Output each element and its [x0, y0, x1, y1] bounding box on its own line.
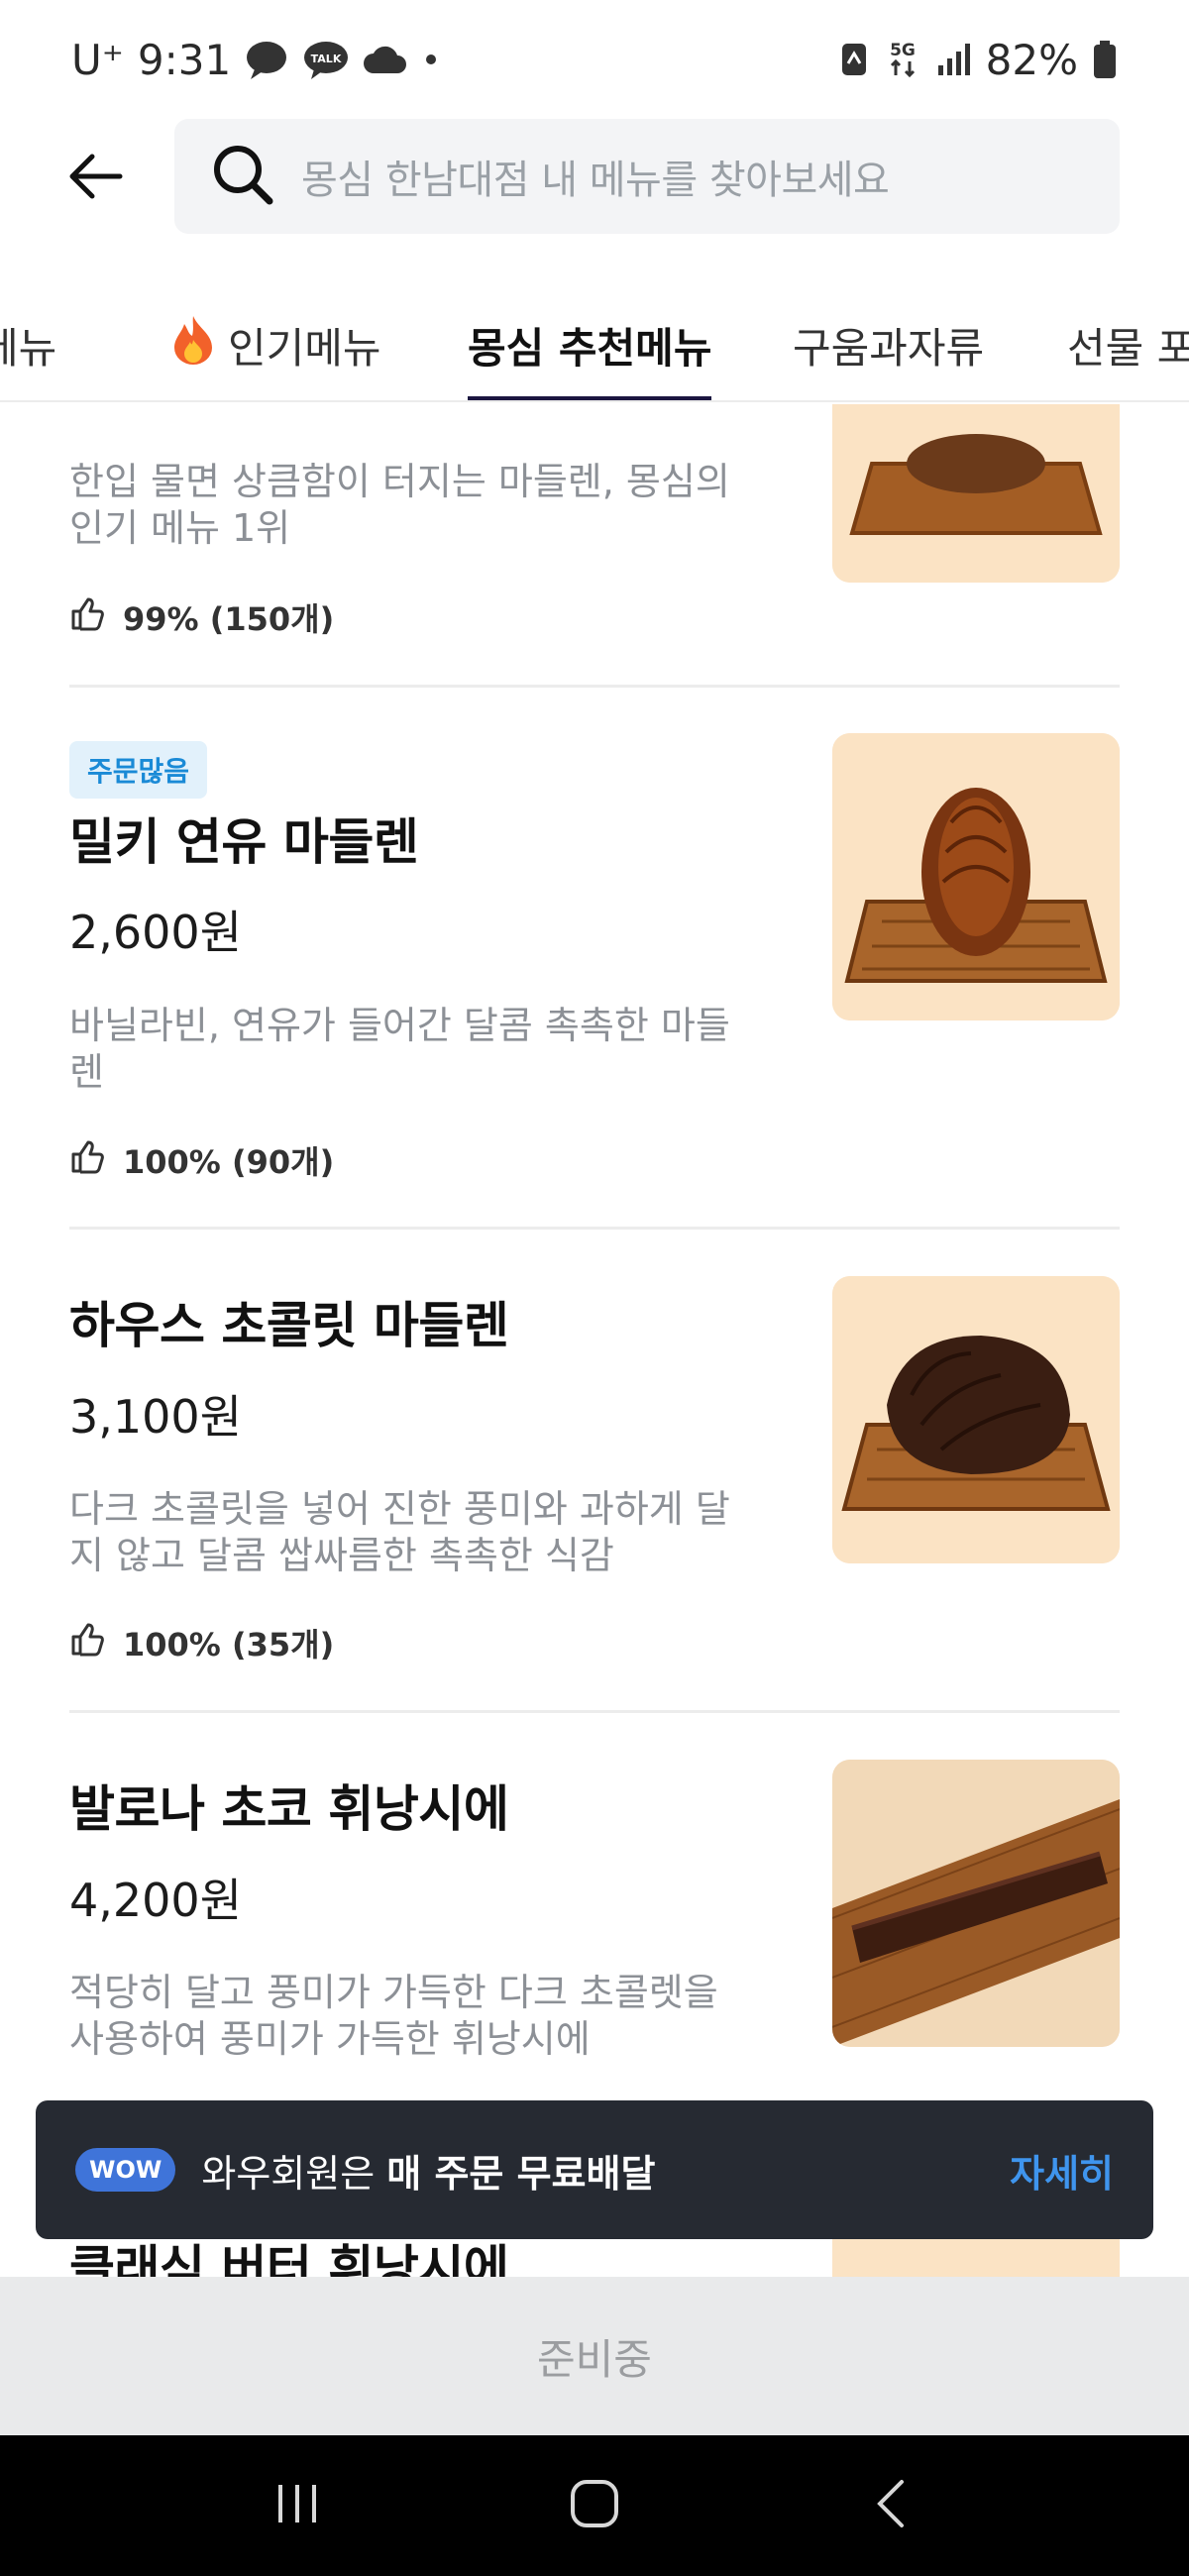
- tab-menu[interactable]: 메뉴: [0, 287, 57, 400]
- menu-item-rating: 99% (150개): [69, 594, 334, 640]
- svg-text:5G: 5G: [890, 41, 916, 60]
- menu-item-rating: 100% (35개): [69, 1620, 334, 1665]
- menu-item-rating: 100% (90개): [69, 1137, 334, 1183]
- preparing-button[interactable]: 준비중: [0, 2277, 1189, 2435]
- tab-active-indicator: [468, 396, 712, 400]
- menu-item-image[interactable]: [832, 404, 1120, 583]
- rating-text: 100% (35개): [123, 1626, 335, 1664]
- tab-label: 몽심 추천메뉴: [468, 323, 712, 373]
- system-nav-bar: [0, 2435, 1189, 2576]
- tab-popular[interactable]: 인기메뉴: [168, 287, 381, 400]
- popular-order-badge: 주문많음: [69, 741, 208, 799]
- cloud-icon: [364, 44, 407, 75]
- banner-text: 와우회원은 매 주문 무료배달: [201, 2143, 655, 2198]
- sim-icon: [839, 40, 869, 79]
- wow-membership-banner: WOW 와우회원은 매 주문 무료배달 자세히: [36, 2100, 1153, 2239]
- battery-icon: [1092, 40, 1118, 79]
- thumbs-up-icon: [69, 1621, 105, 1664]
- tab-label: 선물 포: [1067, 323, 1189, 373]
- recent-apps-icon: [272, 2481, 322, 2530]
- thumbs-up-icon: [69, 595, 105, 639]
- talk-icon: TALK: [302, 40, 350, 79]
- menu-item-description: 바닐라빈, 연유가 들어간 달콤 촉촉한 마들렌: [69, 1004, 730, 1094]
- banner-text-normal: 와우회원은: [201, 2151, 387, 2196]
- home-icon: [569, 2478, 620, 2533]
- divider: [69, 1710, 1120, 1713]
- menu-item-price: 4,200원: [69, 1874, 243, 1927]
- tab-recommended[interactable]: 몽심 추천메뉴: [468, 287, 712, 400]
- signal-icon: [936, 42, 972, 77]
- network-icon: 5G: [883, 38, 922, 81]
- menu-item-image[interactable]: [832, 1760, 1120, 2047]
- menu-item-price: 2,600원: [69, 906, 243, 959]
- menu-list: 한입 물면 상큼함이 터지는 마들렌, 몽심의 인기 메뉴 1위 99% (15…: [0, 404, 1189, 2277]
- status-right: 5G 82%: [839, 36, 1118, 84]
- tab-gift[interactable]: 선물 포: [1067, 287, 1189, 400]
- back-button[interactable]: [42, 124, 151, 233]
- menu-item-description: 한입 물면 상큼함이 터지는 마들렌, 몽심의 인기 메뉴 1위: [69, 460, 730, 550]
- divider: [69, 685, 1120, 688]
- thumbs-up-icon: [69, 1138, 105, 1182]
- category-tabs: 메뉴 인기메뉴 몽심 추천메뉴 구움과자류 선물 포: [0, 287, 1189, 402]
- menu-item-name: 발로나 초코 휘낭시에: [69, 1780, 509, 1838]
- menu-item-image[interactable]: [832, 733, 1120, 1020]
- recent-apps-button[interactable]: [238, 2456, 357, 2555]
- status-time: 9:31: [137, 35, 232, 84]
- divider: [69, 1227, 1120, 1230]
- search-input[interactable]: 몽심 한남대점 내 메뉴를 찾아보세요: [174, 119, 1120, 234]
- banner-text-bold: 매 주문 무료배달: [386, 2151, 656, 2196]
- wow-badge: WOW: [75, 2148, 176, 2192]
- menu-item-name: 밀키 연유 마들렌: [69, 813, 419, 871]
- home-button[interactable]: [535, 2456, 654, 2555]
- tab-baked-goods[interactable]: 구움과자류: [793, 287, 985, 400]
- carrier-label: U⁺: [71, 35, 124, 84]
- search-icon: [210, 142, 275, 211]
- chat-bubble-icon: [245, 40, 288, 79]
- chevron-left-icon: [872, 2478, 912, 2533]
- menu-item-name: 하우스 초콜릿 마들렌: [69, 1297, 509, 1354]
- status-bar: U⁺ 9:31 TALK 5G 82%: [0, 0, 1189, 119]
- header: 몽심 한남대점 내 메뉴를 찾아보세요: [0, 119, 1189, 238]
- menu-item-image[interactable]: [832, 1276, 1120, 1563]
- tab-label: 구움과자류: [793, 323, 985, 373]
- arrow-left-icon: [68, 153, 124, 204]
- details-link[interactable]: 자세히: [1010, 2143, 1114, 2198]
- back-nav-button[interactable]: [832, 2456, 951, 2555]
- svg-text:TALK: TALK: [311, 53, 342, 65]
- tab-label: 메뉴: [0, 323, 57, 373]
- rating-text: 99% (150개): [123, 600, 335, 638]
- search-placeholder: 몽심 한남대점 내 메뉴를 찾아보세요: [301, 158, 890, 203]
- menu-item-description: 적당히 달고 풍미가 가득한 다크 초콜렛을 사용하여 풍미가 가득한 휘낭시에: [69, 1971, 718, 2061]
- tab-label: 인기메뉴: [228, 323, 381, 373]
- menu-item-description: 다크 초콜릿을 넣어 진한 풍미와 과하게 달지 않고 달콤 쌉싸름한 촉촉한 …: [69, 1487, 730, 1577]
- status-left: U⁺ 9:31 TALK: [71, 36, 441, 84]
- rating-text: 100% (90개): [123, 1143, 335, 1181]
- preparing-label: 준비중: [537, 2334, 652, 2384]
- battery-percent: 82%: [985, 35, 1078, 84]
- fire-icon: [168, 314, 218, 376]
- menu-item-price: 3,100원: [69, 1390, 243, 1444]
- dot-icon: [421, 50, 441, 69]
